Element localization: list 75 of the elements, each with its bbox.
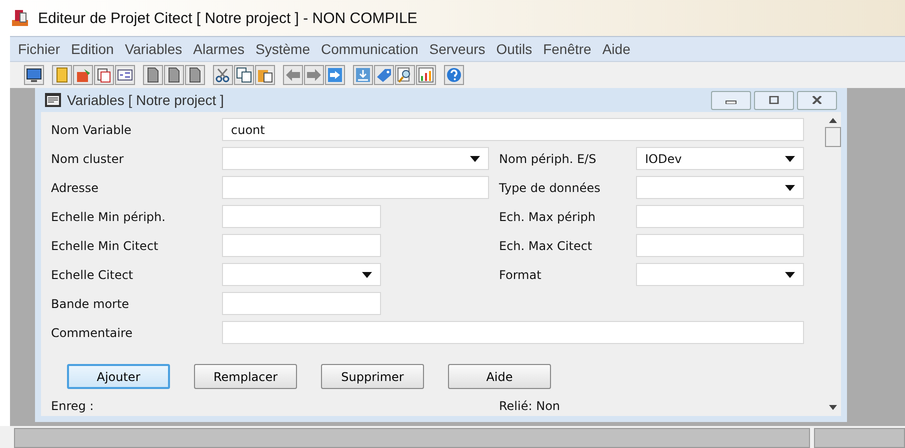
input-field[interactable]	[222, 176, 489, 199]
help-icon[interactable]	[446, 67, 462, 83]
menu-item[interactable]: Fichier	[18, 41, 60, 57]
menu-item[interactable]: Fenêtre	[543, 41, 592, 57]
menu-item[interactable]: Edition	[71, 41, 114, 57]
form-button[interactable]: Supprimer	[321, 364, 424, 389]
input-field[interactable]	[636, 234, 804, 257]
scroll-down-icon	[828, 405, 836, 410]
form-button[interactable]: Remplacer	[194, 364, 297, 389]
page-icon[interactable]	[187, 67, 203, 83]
menu-item[interactable]: Alarmes	[193, 41, 245, 57]
page-icon[interactable]	[145, 67, 161, 83]
dropdown-field[interactable]	[636, 263, 804, 286]
copy-icon[interactable]	[236, 67, 252, 83]
app-icon	[10, 8, 30, 28]
field-label: Format	[499, 268, 542, 282]
paste-icon[interactable]	[257, 67, 273, 83]
link-status: Relié: Non	[499, 399, 560, 413]
menu-item[interactable]: Aide	[602, 41, 630, 57]
scroll-thumb[interactable]	[824, 127, 840, 147]
menu-item[interactable]: Communication	[320, 41, 418, 57]
document-icon[interactable]	[96, 67, 112, 83]
window-icon	[45, 93, 61, 107]
field-label: Type de données	[499, 180, 602, 194]
caret-icon	[470, 156, 480, 162]
menu-item[interactable]: Outils	[496, 41, 532, 57]
close-icon	[811, 96, 823, 104]
close-button[interactable]	[797, 90, 837, 110]
box-icon[interactable]	[75, 67, 91, 83]
dropdown-field[interactable]	[222, 263, 381, 286]
field-label: Nom Variable	[51, 122, 132, 136]
form-button[interactable]: Aide	[448, 364, 551, 389]
maximize-icon	[768, 96, 780, 104]
tag-icon[interactable]	[376, 67, 392, 83]
caret-icon	[362, 272, 372, 278]
scroll-up-icon	[828, 118, 836, 123]
menu-item[interactable]: Serveurs	[429, 41, 486, 57]
field-label: Ech. Max périph	[499, 210, 597, 224]
field-label: Nom cluster	[51, 152, 125, 166]
checklist-icon[interactable]	[117, 67, 133, 83]
folder-icon[interactable]	[54, 67, 70, 83]
field-label: Bande morte	[51, 296, 130, 310]
field-label: Commentaire	[51, 326, 134, 340]
field-label: Echelle Min Citect	[51, 238, 160, 252]
caret-icon	[785, 272, 795, 278]
magnifier-icon[interactable]	[397, 67, 413, 83]
menu-item[interactable]: Variables	[124, 41, 182, 57]
page-icon[interactable]	[166, 67, 182, 83]
download-icon[interactable]	[355, 67, 371, 83]
window-title: Variables [ Notre project ]	[67, 92, 225, 108]
dropdown-field[interactable]	[222, 147, 489, 170]
input-field[interactable]	[222, 292, 381, 315]
field-label: Echelle Citect	[51, 268, 134, 282]
menu-item[interactable]: Système	[256, 41, 310, 57]
caret-icon	[785, 156, 795, 162]
input-field[interactable]	[222, 205, 381, 228]
chart-icon[interactable]	[418, 67, 434, 83]
minimize-button[interactable]	[711, 90, 751, 110]
field-label: Echelle Min périph.	[51, 210, 166, 224]
input-field[interactable]	[222, 234, 381, 257]
monitor-icon[interactable]	[26, 67, 42, 83]
field-label: Nom périph. E/S	[499, 152, 598, 166]
dropdown-field[interactable]: IODev	[636, 147, 804, 170]
input-field[interactable]	[222, 321, 804, 344]
caret-icon	[785, 184, 795, 190]
scissors-icon[interactable]	[215, 67, 231, 83]
window-title: Editeur de Projet Citect [ Notre project ] - NON COMPILE	[38, 10, 418, 26]
field-label: Ech. Max Citect	[499, 238, 594, 252]
field-label: Adresse	[51, 180, 100, 194]
input-field[interactable]	[636, 205, 804, 228]
record-label: Enreg :	[51, 399, 95, 413]
maximize-button[interactable]	[754, 90, 794, 110]
input-field[interactable]: cuont	[222, 118, 804, 141]
dropdown-field[interactable]	[636, 176, 804, 199]
form-button[interactable]: Ajouter	[67, 364, 170, 389]
